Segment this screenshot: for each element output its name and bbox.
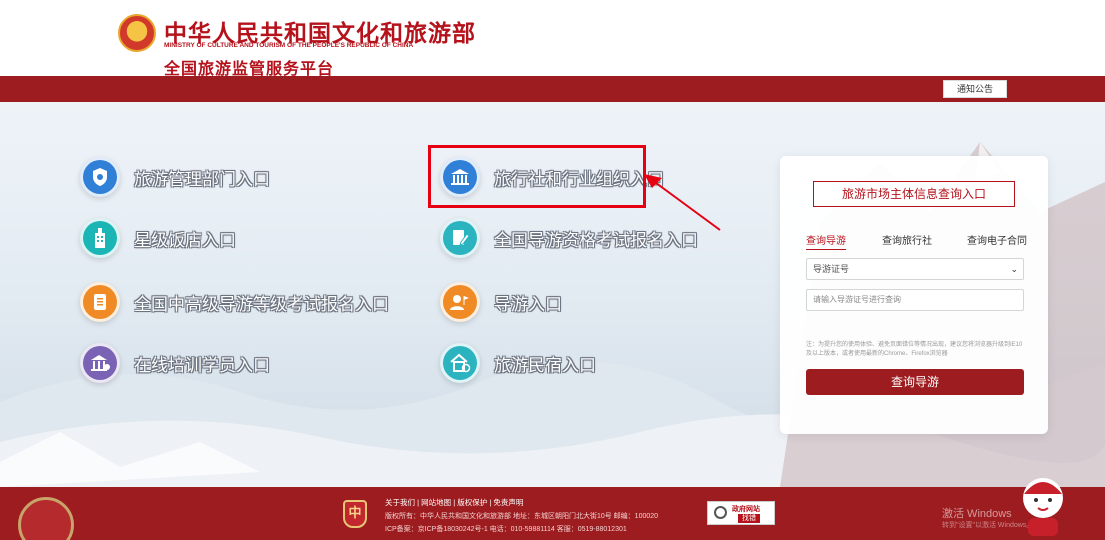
market-query-title[interactable]: 旅游市场主体信息查询入口 (813, 181, 1015, 207)
tab-query-guide[interactable]: 查询导游 (806, 232, 846, 250)
footer-icp: ICP备案：京ICP备18030242号-1 电话：010-59881114 客… (385, 526, 627, 533)
document-icon (80, 282, 120, 322)
chevron-down-icon: ⌄ (1010, 264, 1018, 274)
site-header: 中华人民共和国文化和旅游部 MINISTRY OF CULTURE AND TO… (0, 0, 1105, 78)
tab-query-agency[interactable]: 查询旅行社 (882, 232, 932, 247)
footer-emblem-icon (18, 497, 74, 540)
query-guide-button[interactable]: 查询导游 (806, 369, 1024, 395)
site-footer: 中 关于我们 | 网站地图 | 版权保护 | 免责声明 版权所有：中华人民共和国… (0, 487, 1105, 540)
select-value: 导游证号 (813, 264, 850, 274)
hotel-icon (80, 218, 120, 258)
gov-site-error-finder[interactable]: 政府网站 找错 (707, 501, 775, 525)
entry-label: 星级饭店入口 (134, 230, 236, 250)
windows-activation-watermark: 激活 Windows (942, 508, 1012, 520)
browser-note: 注：为提升您的使用体验、避免页面错位等情况出现，建议您将浏览器升级到IE10及以… (806, 342, 1023, 357)
highlight-box (428, 145, 646, 208)
query-type-select[interactable]: 导游证号 ⌄ (806, 258, 1024, 280)
shield-icon (80, 157, 120, 197)
edit-doc-icon (440, 218, 480, 258)
national-emblem-icon (118, 14, 156, 52)
party-gov-badge-icon[interactable]: 中 (343, 500, 367, 528)
top-nav-bar: 通知公告 (0, 76, 1105, 102)
entry-tourism-admin[interactable]: 旅游管理部门入口 (80, 157, 270, 197)
guide-number-input[interactable]: 请输入导游证号进行查询 (806, 289, 1024, 311)
tour-guide-icon (440, 282, 480, 322)
entry-homestay[interactable]: 旅游民宿入口 (440, 343, 596, 383)
homestay-icon (440, 343, 480, 383)
entry-label: 旅游管理部门入口 (134, 169, 270, 189)
ministry-name-en: MINISTRY OF CULTURE AND TOURISM OF THE P… (164, 42, 414, 49)
entry-senior-guide-exam[interactable]: 全国中高级导游等级考试报名入口 (80, 282, 389, 322)
footer-links[interactable]: 关于我们 | 网站地图 | 版权保护 | 免责声明 (385, 497, 523, 508)
gov-site-label: 政府网站 (732, 506, 760, 513)
entry-label: 旅游民宿入口 (494, 355, 596, 375)
tab-query-contract[interactable]: 查询电子合同 (967, 232, 1027, 247)
find-error-label: 找错 (738, 514, 760, 523)
magnifier-icon (714, 506, 727, 519)
arrow-annotation-icon (644, 174, 721, 231)
entry-label: 在线培训学员入口 (134, 355, 270, 375)
training-icon (80, 343, 120, 383)
query-panel: 旅游市场主体信息查询入口 查询导游 查询旅行社 查询电子合同 导游证号 ⌄ 请输… (780, 156, 1048, 434)
notice-button[interactable]: 通知公告 (943, 80, 1007, 98)
mascot-icon (1023, 478, 1063, 536)
entry-tour-guide[interactable]: 导游入口 (440, 282, 562, 322)
entry-label: 导游入口 (494, 294, 562, 314)
entry-online-training[interactable]: 在线培训学员入口 (80, 343, 270, 383)
footer-copyright: 版权所有：中华人民共和国文化和旅游部 地址：东城区朝阳门北大街10号 邮编：10… (385, 513, 659, 520)
entry-label: 全国中高级导游等级考试报名入口 (134, 294, 389, 314)
entry-star-hotel[interactable]: 星级饭店入口 (80, 218, 236, 258)
